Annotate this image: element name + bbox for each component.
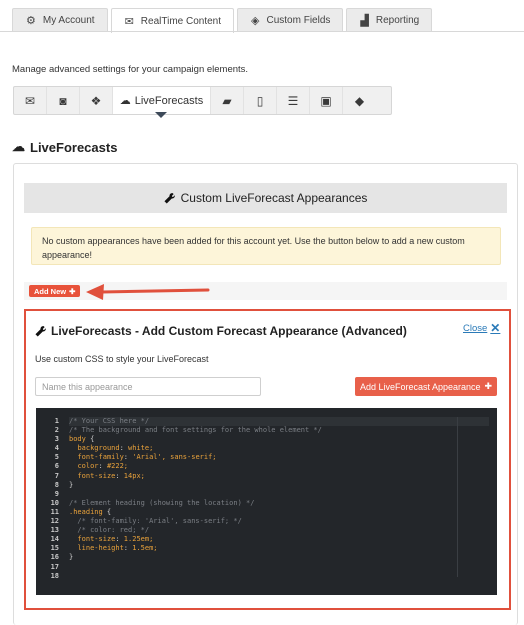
line-number: 10 [50,498,59,507]
tab-list[interactable]: ☰ [277,87,310,114]
code-line[interactable] [69,572,489,581]
line-number: 16 [50,553,59,562]
tag-icon: ◈ [251,14,260,27]
tab-label: Reporting [375,14,420,26]
tab-label: Custom Fields [266,14,331,26]
line-number: 1 [54,417,59,425]
appearance-name-input[interactable] [35,377,261,396]
tab-liveforecasts[interactable]: ☁ LiveForecasts [113,87,211,114]
line-number: 8 [54,480,59,489]
add-new-label: Add New [34,286,67,296]
active-tab-caret [155,112,167,118]
tab-label: RealTime Content [140,15,222,27]
code-line[interactable]: font-size: 14px; [69,472,489,481]
rss-icon: ◙ [59,93,67,108]
plus-icon: ✚ [484,381,493,391]
code-line[interactable]: font-size: 1.25em; [69,535,489,544]
element-type-tabs: ✉ ◙ ❖ ☁ LiveForecasts ▰ ▯ ☰ ▣ ◆ [13,86,392,115]
tab-label: LiveForecasts [134,94,204,107]
custom-header-label: Custom LiveForecast Appearances [180,191,368,205]
close-icon: ✕ [490,321,501,335]
line-number: 9 [54,489,59,498]
tabs-divider [0,31,524,32]
tab-my-account[interactable]: ⚙ My Account [12,8,108,31]
print-margin-guide [457,417,458,577]
tab-ticket[interactable]: ◆ [343,87,376,114]
tab-reporting[interactable]: ▟ Reporting [346,8,433,31]
map-icon: ▯ [256,93,264,108]
code-line[interactable]: body { [69,435,489,444]
tab-shipping[interactable]: ▰ [211,87,244,114]
truck-icon: ▰ [222,93,232,108]
line-number: 18 [50,571,59,580]
code-line[interactable]: /* The background and font settings for … [69,426,489,435]
code-line[interactable]: font-family: 'Arial', sans-serif; [69,453,489,462]
ticket-icon: ◆ [354,93,365,108]
line-number: 6 [54,462,59,471]
code-line[interactable]: /* Your CSS here */ [69,417,489,427]
envelope-icon: ✉ [24,93,36,108]
plus-icon: ✚ [69,286,76,296]
css-code-editor[interactable]: 1 2 3 4 5 6 7 8 9 10 11 12 13 14 15 16 17 18 /* Your CSS … [36,408,497,595]
code-line[interactable] [69,490,489,499]
code-line[interactable]: .heading { [69,508,489,517]
tab-rss[interactable]: ◙ [47,87,80,114]
wrench-icon [35,325,46,337]
code-line[interactable]: line-height: 1.5em; [69,544,489,553]
code-line[interactable]: } [69,481,489,490]
add-appearance-label: Add LiveForecast Appearance [359,381,481,392]
code-line[interactable]: color: #222; [69,462,489,471]
tab-realtime-content[interactable]: ✉ RealTime Content [110,8,235,33]
add-appearance-button[interactable]: Add LiveForecast Appearance ✚ [355,377,497,396]
line-number: 11 [50,507,59,516]
chart-icon: ▟ [360,14,369,27]
tab-email[interactable]: ✉ [14,87,47,114]
line-number: 15 [50,544,59,553]
modal-title: LiveForecasts - Add Custom Forecast Appe… [35,324,407,338]
code-line[interactable]: /* Element heading (showing the location… [69,499,489,508]
chat-icon: ❖ [90,93,102,108]
section-title-label: LiveForecasts [30,139,118,155]
gift-icon: ▣ [320,93,332,108]
code-line[interactable]: /* color: red; */ [69,526,489,535]
top-tabs: ⚙ My Account ✉ RealTime Content ◈ Custom… [12,8,433,33]
empty-notice: No custom appearances have been added fo… [31,227,501,265]
tab-custom-fields[interactable]: ◈ Custom Fields [237,8,344,31]
line-number-gutter: 1 2 3 4 5 6 7 8 9 10 11 12 13 14 15 16 17 18 [36,417,59,581]
code-line[interactable]: } [69,553,489,562]
line-number: 3 [54,435,59,444]
code-area[interactable]: /* Your CSS here *//* The background and… [69,417,489,581]
line-number: 12 [50,517,59,526]
annotation-arrow [86,284,210,300]
tab-gift[interactable]: ▣ [310,87,343,114]
line-number: 17 [50,562,59,571]
list-icon: ☰ [287,93,299,108]
weather-icon: ☁ [12,139,25,154]
line-number: 4 [54,444,59,453]
line-number: 5 [54,453,59,462]
wrench-icon [164,192,175,204]
gear-icon: ⚙ [26,14,36,27]
line-number: 2 [54,426,59,435]
envelope-icon: ✉ [124,15,134,28]
close-label: Close [463,322,488,334]
code-line[interactable]: /* font-family: 'Arial', sans-serif; */ [69,517,489,526]
modal-title-label: LiveForecasts - Add Custom Forecast Appe… [51,324,407,338]
tab-map[interactable]: ▯ [244,87,277,114]
tab-label: My Account [42,14,95,26]
tab-chat[interactable]: ❖ [80,87,113,114]
line-number: 14 [50,535,59,544]
modal-description: Use custom CSS to style your LiveForecas… [35,354,209,364]
add-new-button[interactable]: Add New ✚ [29,285,81,297]
close-button[interactable]: Close ✕ [463,321,500,335]
line-number: 13 [50,526,59,535]
section-title: ☁ LiveForecasts [12,139,117,155]
page-description: Manage advanced settings for your campai… [12,64,249,75]
line-number: 7 [54,471,59,480]
weather-icon: ☁ [119,95,131,107]
code-line[interactable] [69,563,489,572]
custom-appearances-header: Custom LiveForecast Appearances [24,183,507,213]
code-line[interactable]: background: white; [69,444,489,453]
